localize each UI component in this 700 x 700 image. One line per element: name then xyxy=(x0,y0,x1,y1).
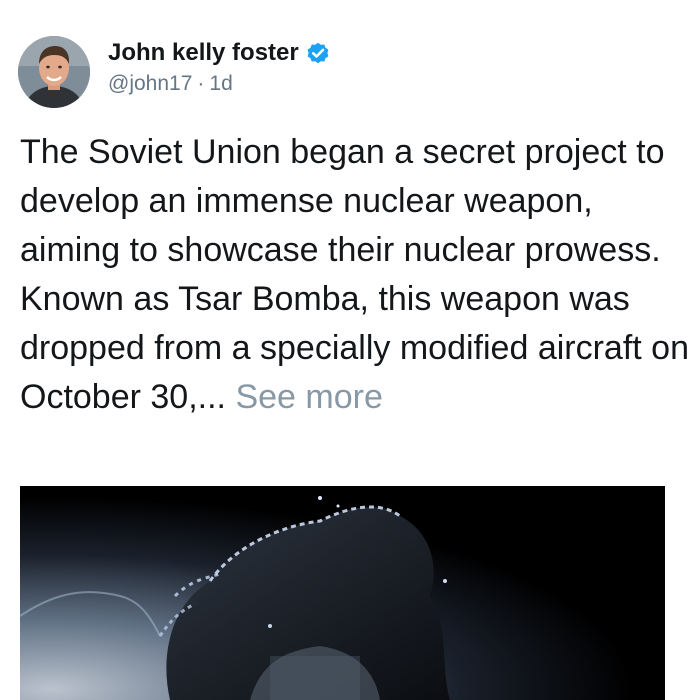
social-post: John kelly foster @john17 · 1d The Soviet … xyxy=(0,0,700,700)
post-body: The Soviet Union began a secret project … xyxy=(20,128,692,422)
meta-separator: · xyxy=(197,72,205,95)
verified-badge-icon xyxy=(305,40,331,66)
avatar[interactable] xyxy=(18,36,90,108)
name-row: John kelly foster xyxy=(108,38,331,68)
post-image[interactable] xyxy=(20,486,665,700)
post-timestamp[interactable]: 1d xyxy=(209,72,232,95)
author-handle[interactable]: @john17 xyxy=(108,72,192,95)
author-block: John kelly foster @john17 · 1d xyxy=(108,38,331,98)
see-more-link[interactable]: See more xyxy=(235,378,382,416)
post-text: The Soviet Union began a secret project … xyxy=(20,133,689,416)
post-meta: @john17 · 1d xyxy=(108,70,331,98)
author-display-name[interactable]: John kelly foster xyxy=(108,38,299,68)
post-header: John kelly foster @john17 · 1d xyxy=(18,36,331,108)
mushroom-cloud-image xyxy=(20,486,665,700)
avatar-photo xyxy=(18,36,90,108)
